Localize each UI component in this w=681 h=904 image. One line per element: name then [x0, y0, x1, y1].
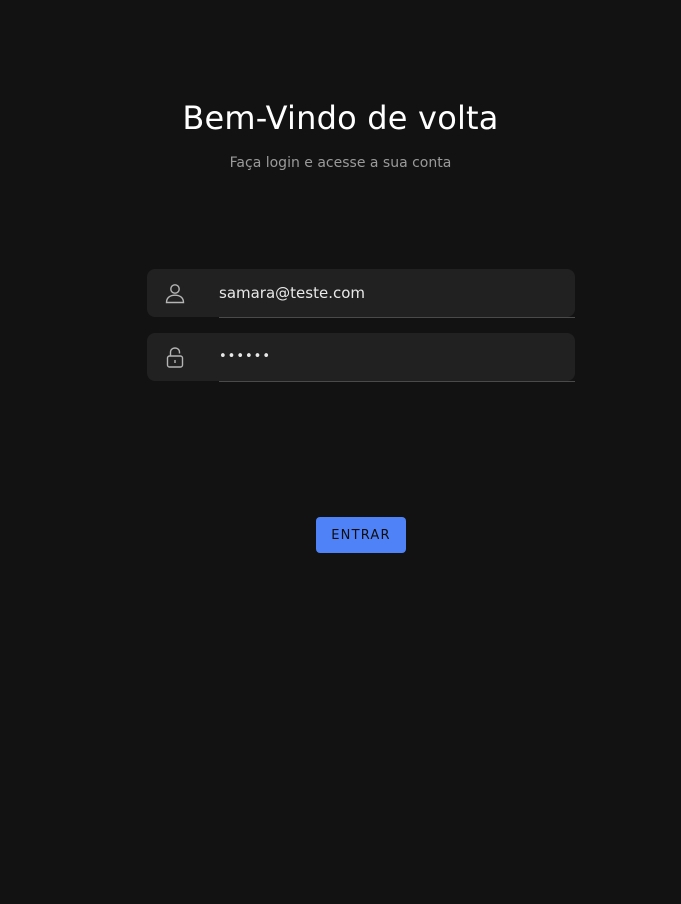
page-title: Bem-Vindo de volta — [182, 99, 499, 137]
user-icon — [163, 281, 187, 305]
login-page: Bem-Vindo de volta Faça login e acesse a… — [0, 0, 681, 904]
lock-icon — [163, 345, 187, 369]
password-input[interactable] — [219, 333, 559, 380]
email-input[interactable] — [219, 269, 559, 316]
password-field-container — [147, 333, 575, 382]
login-button[interactable]: ENTRAR — [316, 517, 406, 553]
password-input-wrapper — [219, 333, 575, 382]
email-input-wrapper — [219, 269, 575, 318]
email-field-container — [147, 269, 575, 318]
page-subtitle: Faça login e acesse a sua conta — [229, 155, 452, 171]
